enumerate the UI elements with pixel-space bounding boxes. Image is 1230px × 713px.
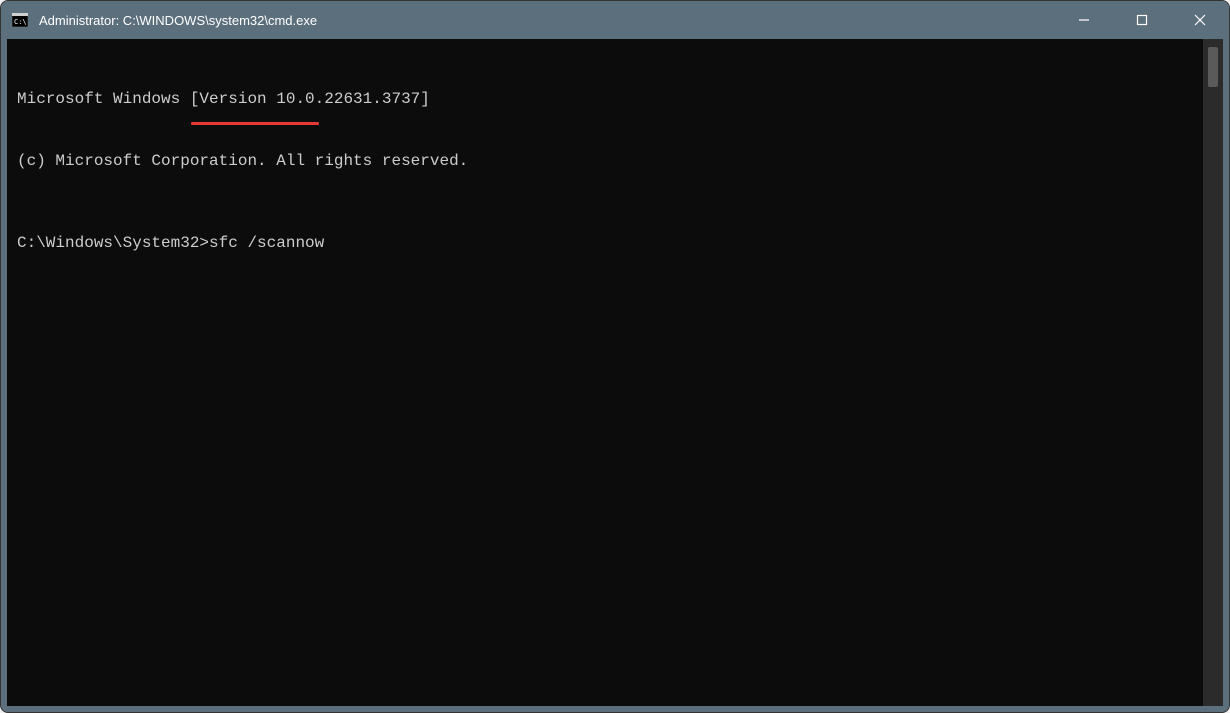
svg-text:C:\: C:\ [14, 18, 27, 26]
prompt-text: C:\Windows\System32> [17, 234, 209, 252]
window-title: Administrator: C:\WINDOWS\system32\cmd.e… [39, 13, 1055, 28]
copyright-line: (c) Microsoft Corporation. All rights re… [17, 151, 1193, 172]
command-text: sfc /scannow [209, 234, 324, 252]
prompt-line: C:\Windows\System32>sfc /scannow [17, 233, 1193, 254]
window-controls [1055, 1, 1229, 39]
vertical-scrollbar[interactable] [1203, 39, 1223, 706]
cmd-window: C:\ Administrator: C:\WINDOWS\system32\c… [0, 0, 1230, 713]
highlight-underline [191, 122, 319, 125]
close-button[interactable] [1171, 1, 1229, 39]
minimize-button[interactable] [1055, 1, 1113, 39]
cmd-icon: C:\ [11, 11, 29, 29]
maximize-button[interactable] [1113, 1, 1171, 39]
titlebar[interactable]: C:\ Administrator: C:\WINDOWS\system32\c… [1, 1, 1229, 39]
terminal-content[interactable]: Microsoft Windows [Version 10.0.22631.37… [7, 39, 1203, 706]
terminal-area: Microsoft Windows [Version 10.0.22631.37… [7, 39, 1223, 706]
scrollbar-thumb[interactable] [1208, 47, 1218, 87]
version-line: Microsoft Windows [Version 10.0.22631.37… [17, 89, 1193, 110]
